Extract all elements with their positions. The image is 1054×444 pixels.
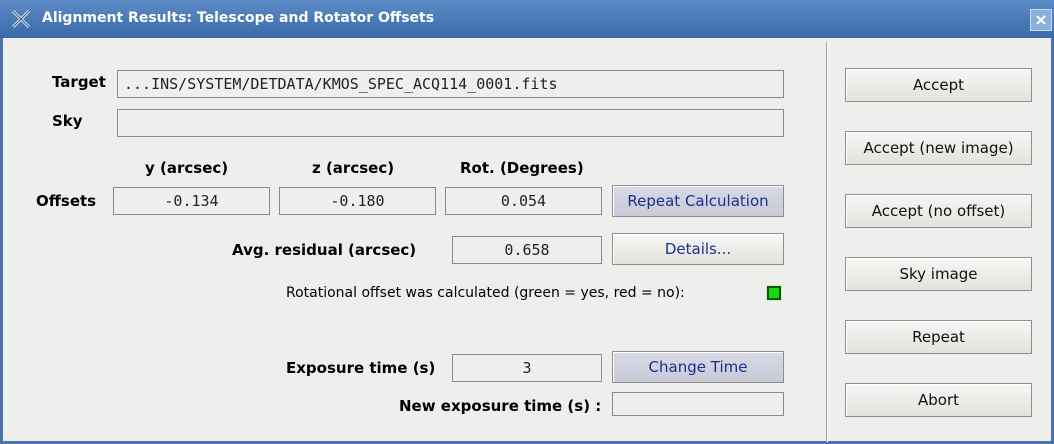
accept-new-image-button[interactable]: Accept (new image) (845, 131, 1032, 165)
app-x-icon (11, 9, 31, 29)
accept-no-offset-button[interactable]: Accept (no offset) (845, 194, 1032, 228)
details-button[interactable]: Details... (612, 233, 784, 265)
close-button[interactable]: × (1030, 9, 1052, 31)
window-title: Alignment Results: Telescope and Rotator… (42, 10, 435, 26)
offsets-label: Offsets (36, 192, 97, 210)
rotation-status-text: Rotational offset was calculated (green … (286, 285, 685, 301)
rot-column-header: Rot. (Degrees) (460, 159, 584, 177)
target-label: Target (52, 73, 106, 91)
rot-offset-field[interactable]: 0.054 (445, 187, 602, 215)
target-field[interactable]: ...INS/SYSTEM/DETDATA/KMOS_SPEC_ACQ114_0… (117, 70, 784, 98)
exposure-field[interactable]: 3 (452, 354, 602, 382)
accept-button[interactable]: Accept (845, 68, 1032, 102)
change-time-button[interactable]: Change Time (612, 351, 784, 383)
repeat-calculation-button[interactable]: Repeat Calculation (612, 185, 784, 217)
sky-image-button[interactable]: Sky image (845, 257, 1032, 291)
sky-field[interactable] (117, 109, 784, 137)
exposure-label: Exposure time (s) (286, 359, 436, 377)
title-bar: Alignment Results: Telescope and Rotator… (0, 0, 1054, 38)
z-column-header: z (arcsec) (312, 159, 395, 177)
abort-button[interactable]: Abort (845, 383, 1032, 417)
z-offset-field[interactable]: -0.180 (279, 187, 436, 215)
residual-field[interactable]: 0.658 (452, 236, 602, 264)
y-column-header: y (arcsec) (145, 159, 229, 177)
rotation-status-indicator (767, 286, 781, 300)
y-offset-field[interactable]: -0.134 (113, 187, 270, 215)
sky-label: Sky (52, 112, 83, 130)
new-exposure-field[interactable] (612, 392, 784, 416)
residual-label: Avg. residual (arcsec) (232, 241, 417, 259)
repeat-button[interactable]: Repeat (845, 320, 1032, 354)
new-exposure-label: New exposure time (s) : (399, 397, 602, 415)
